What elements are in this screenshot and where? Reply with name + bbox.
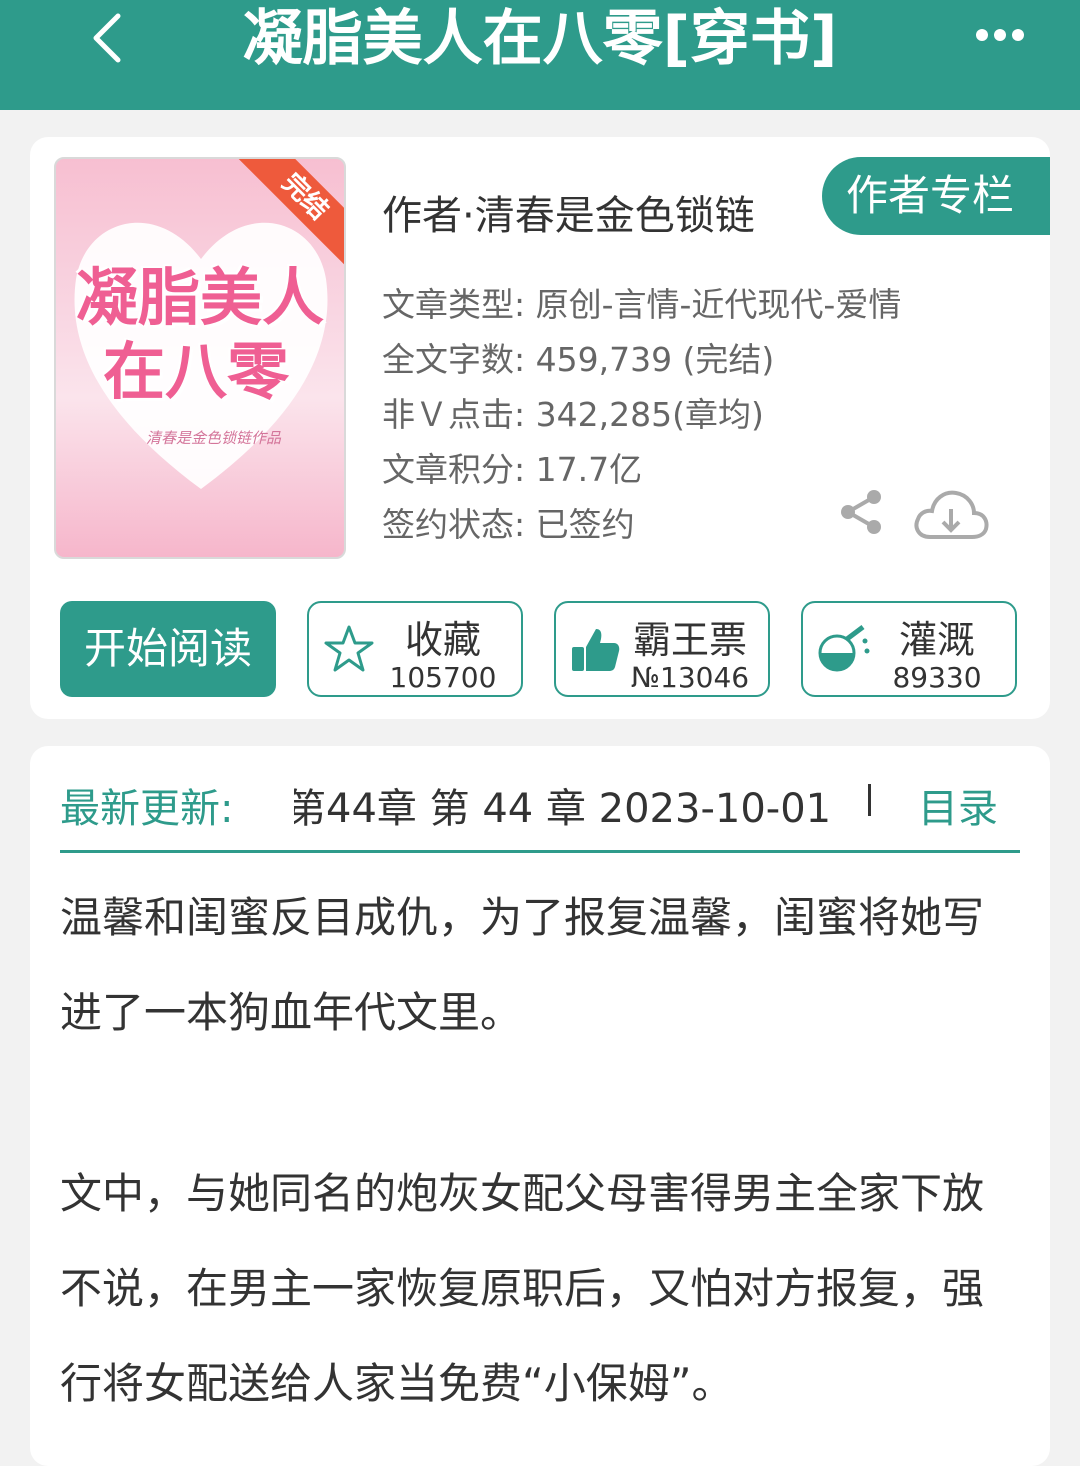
book-cover[interactable]: 凝脂美人 在八零 清春是金色锁链作品 完结	[54, 157, 346, 559]
marquee-divider	[868, 784, 871, 816]
section-divider	[60, 850, 1020, 853]
description-card: 最新更新: 第44章 第 44 章 2023-10-01 目录 温馨和闺蜜反目成…	[30, 746, 1050, 1466]
author-name[interactable]: 作者·清春是金色锁链	[382, 183, 755, 241]
vote-count: №13046	[630, 661, 750, 694]
favorite-label: 收藏	[404, 618, 481, 662]
meta-word-count: 全文字数: 459,739 (完结)	[382, 340, 775, 379]
top-bar: 凝脂美人在八零[穿书]	[0, 0, 1080, 110]
back-arrow-icon[interactable]	[80, 8, 140, 68]
water-count: 89330	[892, 661, 982, 694]
water-button[interactable]: 灌溉 89330	[801, 601, 1017, 697]
favorite-count: 105700	[389, 661, 497, 694]
book-info-card: 凝脂美人 在八零 清春是金色锁链作品 完结 作者·清春是金色锁链 作者专栏 文章…	[30, 137, 1050, 719]
more-dots-icon[interactable]	[960, 10, 1040, 60]
share-icon[interactable]	[836, 487, 886, 537]
description-paragraph: 文中，与她同名的炮灰女配父母害得男主全家下放不说，在男主一家恢复原职后，又怕对方…	[60, 1169, 985, 1408]
cloud-download-icon[interactable]	[910, 485, 992, 545]
cover-title-line2: 在八零	[102, 335, 289, 408]
water-label: 灌溉	[898, 618, 975, 662]
page-title: 凝脂美人在八零[穿书]	[242, 4, 838, 74]
meta-score: 文章积分: 17.7亿	[382, 450, 643, 489]
cover-signature: 清春是金色锁链作品	[146, 429, 282, 447]
latest-update-label: 最新更新:	[60, 786, 234, 832]
favorite-button[interactable]: 收藏 105700	[307, 601, 523, 697]
meta-genre: 文章类型: 原创-言情-近代现代-爱情	[382, 285, 902, 324]
table-of-contents-link[interactable]: 目录	[918, 776, 998, 834]
meta-sign-status: 签约状态: 已签约	[382, 505, 635, 544]
latest-update-marquee[interactable]: 第44章 第 44 章 2023-10-01	[294, 776, 874, 826]
author-column-button[interactable]: 作者专栏	[822, 157, 1050, 235]
meta-clicks: 非Ｖ点击: 342,285(章均)	[382, 395, 764, 434]
start-reading-button[interactable]: 开始阅读	[60, 601, 276, 697]
vote-label: 霸王票	[632, 618, 747, 662]
description-paragraph: 温馨和闺蜜反目成仇，为了报复温馨，闺蜜将她写进了一本狗血年代文里。	[60, 893, 985, 1037]
vote-button[interactable]: 霸王票 №13046	[554, 601, 770, 697]
latest-update-text: 第44章 第 44 章 2023-10-01	[294, 786, 832, 826]
